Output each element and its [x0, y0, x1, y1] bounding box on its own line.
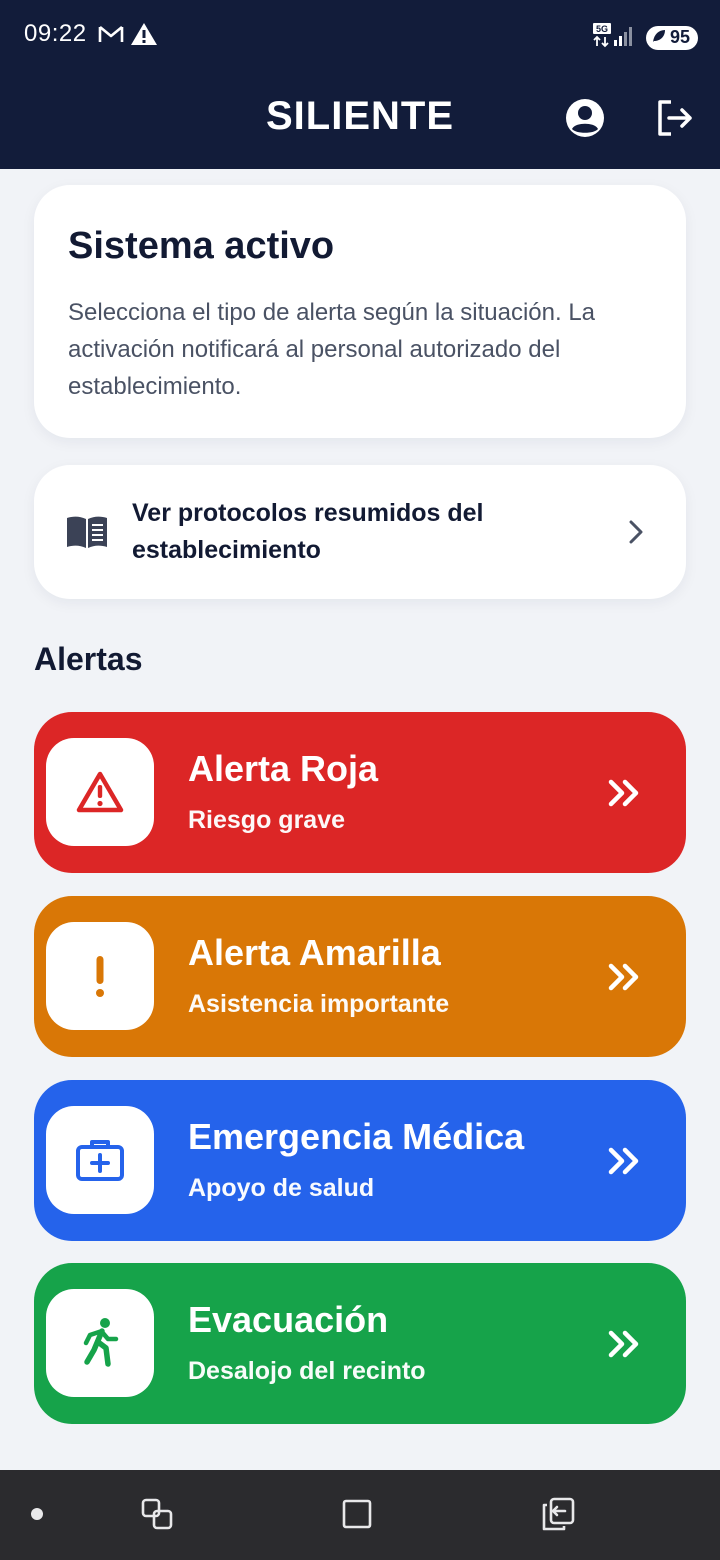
- system-status-description: Selecciona el tipo de alerta según la si…: [68, 299, 596, 400]
- dot-icon: [31, 1508, 43, 1520]
- alert-subtitle: Asistencia importante: [188, 990, 450, 1018]
- account-circle-icon: [566, 99, 604, 137]
- home-square-icon: [342, 1499, 372, 1529]
- alert-title: Emergencia Médica: [188, 1116, 525, 1157]
- system-status-card: Sistema activo Selecciona el tipo de ale…: [34, 185, 686, 438]
- chevron-right-icon: [626, 517, 646, 547]
- recent-apps-icon: [141, 1498, 173, 1530]
- nav-dot-button[interactable]: [17, 1494, 57, 1534]
- app-title: SILIENTE: [265, 94, 455, 138]
- alert-subtitle: Apoyo de salud: [188, 1174, 375, 1202]
- logout-button[interactable]: [652, 96, 696, 140]
- nav-recent-apps-button[interactable]: [137, 1494, 177, 1534]
- status-icons-left: [98, 22, 158, 51]
- status-time: 09:22: [24, 20, 87, 47]
- book-icon: [64, 509, 110, 555]
- exclamation-icon: [96, 956, 104, 997]
- protocols-link-label: Ver protocolos resumidos del establecimi…: [132, 499, 484, 564]
- gmail-icon: [98, 23, 124, 50]
- status-bar: 09:22 5G 95: [0, 0, 720, 70]
- alert-yellow-button[interactable]: Alerta Amarilla Asistencia importante: [34, 896, 686, 1057]
- app-header: SILIENTE: [0, 70, 720, 169]
- alerts-section-title: Alertas: [34, 641, 143, 677]
- system-status-title: Sistema activo: [68, 225, 335, 267]
- alert-title: Alerta Amarilla: [188, 932, 441, 973]
- protocols-link-card[interactable]: Ver protocolos resumidos del establecimi…: [34, 465, 686, 599]
- network-icon: 5G: [592, 22, 638, 53]
- leaf-icon: [652, 27, 666, 48]
- nav-back-button[interactable]: [538, 1494, 578, 1534]
- double-chevron-right-icon: [608, 963, 639, 991]
- profile-button[interactable]: [563, 96, 607, 140]
- alert-text: Alerta Amarilla Asistencia importante: [188, 932, 449, 1019]
- running-person-icon: [83, 1318, 119, 1367]
- double-chevron-right-icon: [608, 1330, 639, 1358]
- nav-home-button[interactable]: [337, 1494, 377, 1534]
- svg-text:5G: 5G: [596, 24, 608, 34]
- battery-level: 95: [669, 27, 690, 47]
- alert-icon-box: [46, 922, 154, 1030]
- double-chevron-right-icon: [608, 779, 639, 807]
- alert-text: Evacuación Desalojo del recinto: [188, 1299, 426, 1386]
- alert-icon-box: [46, 1106, 154, 1214]
- alert-evacuation-button[interactable]: Evacuación Desalojo del recinto: [34, 1263, 686, 1424]
- alert-text: Alerta Roja Riesgo grave: [188, 748, 378, 835]
- warning-icon: [130, 22, 158, 51]
- alert-red-button[interactable]: Alerta Roja Riesgo grave: [34, 712, 686, 873]
- alert-subtitle: Riesgo grave: [188, 806, 346, 834]
- back-icon: [542, 1497, 575, 1531]
- alert-icon-box: [46, 1289, 154, 1397]
- logout-icon: [658, 100, 692, 136]
- alert-medical-button[interactable]: Emergencia Médica Apoyo de salud: [34, 1080, 686, 1241]
- warning-triangle-icon: [76, 771, 124, 813]
- alert-text: Emergencia Médica Apoyo de salud: [188, 1116, 524, 1203]
- battery-indicator: 95: [645, 25, 698, 50]
- status-icons-right: 5G 95: [592, 22, 698, 53]
- system-nav-bar: [0, 1470, 720, 1560]
- alert-title: Evacuación: [188, 1299, 389, 1340]
- medical-kit-icon: [76, 1140, 124, 1181]
- alert-title: Alerta Roja: [188, 748, 379, 789]
- alert-icon-box: [46, 738, 154, 846]
- double-chevron-right-icon: [608, 1147, 639, 1175]
- alert-subtitle: Desalojo del recinto: [188, 1357, 426, 1385]
